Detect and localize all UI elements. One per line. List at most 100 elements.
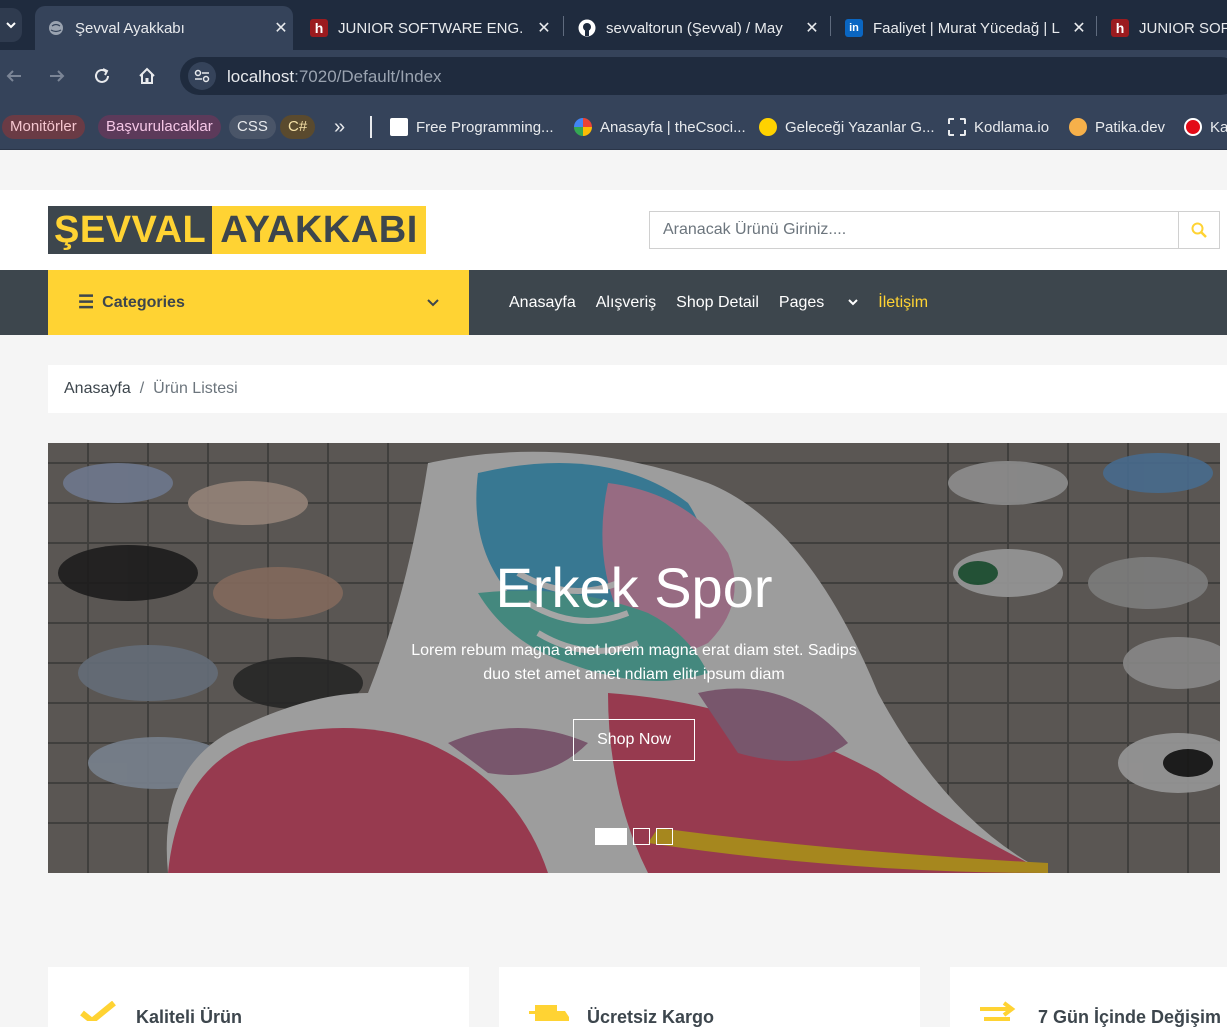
site-info-icon[interactable]	[188, 62, 216, 90]
bookmarks-bar: Monitörler Başvurulacaklar CSS C# » Free…	[0, 102, 1227, 150]
url-host: localhost	[227, 67, 295, 86]
tab-title: JUNIOR SOFTWARE ENG.	[338, 19, 524, 37]
nav-link-alisveris[interactable]: Alışveriş	[596, 294, 656, 312]
reload-icon	[95, 68, 109, 83]
breadcrumb: Anasayfa / Ürün Listesi	[48, 365, 1227, 413]
github-icon	[578, 19, 596, 37]
bookmarks-overflow-button[interactable]: »	[334, 116, 345, 138]
shop-now-button[interactable]: Shop Now	[573, 719, 695, 761]
home-button[interactable]	[133, 62, 161, 90]
bookmark-label: Geleceği Yazanlar G...	[785, 118, 935, 136]
nav-link-iletisim[interactable]: İletişim	[878, 294, 928, 312]
bookmark-folder-css[interactable]: CSS	[229, 115, 276, 139]
browser-tab[interactable]: sevvaltorun (Şevval) / May ✕	[566, 6, 824, 50]
bookmark-item[interactable]: Patika.dev	[1069, 116, 1165, 138]
tab-search-button[interactable]	[0, 8, 22, 42]
nav-link-shop-detail[interactable]: Shop Detail	[676, 294, 759, 312]
browser-tab[interactable]: in Faaliyet | Murat Yücedağ | L ✕	[833, 6, 1091, 50]
close-tab-icon[interactable]: ✕	[1067, 18, 1091, 38]
site-logo[interactable]: ŞEVVAL AYAKKABI	[48, 206, 426, 254]
site-header: ŞEVVAL AYAKKABI	[0, 190, 1227, 270]
carousel-indicator-3[interactable]	[656, 828, 673, 845]
patika-icon	[1069, 118, 1087, 136]
main-navbar: ☰ Categories Anasayfa Alışveriş Shop Det…	[0, 270, 1227, 335]
feature-title: Kaliteli Ürün	[136, 1007, 243, 1027]
bookmark-label: Anasayfa | theCsoci...	[600, 118, 746, 136]
search-button[interactable]	[1178, 212, 1219, 248]
reload-button[interactable]	[88, 62, 116, 90]
feature-title: Ücretsiz Kargo	[587, 1007, 715, 1027]
turkcell-icon	[759, 118, 777, 136]
browser-tab-active[interactable]: Şevval Ayakkabı ✕	[35, 6, 293, 50]
bookmark-item[interactable]: Ka	[1184, 116, 1227, 138]
forward-button[interactable]	[43, 62, 71, 90]
home-icon	[139, 67, 155, 84]
bookmark-label: Ka	[1210, 118, 1227, 136]
carousel-indicator-1[interactable]	[595, 828, 627, 845]
bookmark-folder-csharp[interactable]: C#	[280, 115, 316, 139]
exchange-arrows-icon	[980, 1001, 1016, 1021]
arrow-right-icon	[50, 70, 65, 82]
hero-description: Lorem rebum magna amet lorem magna erat …	[411, 642, 857, 683]
tab-title: sevvaltorun (Şevval) / May	[606, 19, 783, 37]
search-input[interactable]	[650, 212, 1179, 248]
logo-part-1: ŞEVVAL	[48, 206, 213, 254]
chevron-down-icon	[427, 296, 439, 310]
bookmark-separator	[370, 116, 372, 138]
categories-label: Categories	[102, 293, 185, 311]
hamburger-icon: ☰	[78, 292, 95, 312]
bookmark-label: Patika.dev	[1095, 118, 1166, 136]
bookmark-item[interactable]: Free Programming...	[390, 116, 554, 138]
search-form	[649, 211, 1220, 249]
browser-toolbar: localhost:7020/Default/Index	[0, 50, 1227, 102]
breadcrumb-current: Ürün Listesi	[153, 380, 238, 397]
nav-pages-label: Pages	[778, 293, 825, 311]
bookmark-item[interactable]: Kodlama.io	[948, 116, 1049, 138]
bookmark-folder-basvurulacaklar[interactable]: Başvurulacaklar	[98, 115, 221, 139]
feature-card-quality: Kaliteli Ürün	[48, 967, 469, 1027]
bookmark-label: Free Programming...	[416, 118, 554, 136]
chevron-down-icon	[848, 299, 858, 306]
arrow-left-icon	[6, 70, 21, 82]
url-text: localhost:7020/Default/Index	[227, 67, 442, 87]
nav-menu: Anasayfa Alışveriş Shop Detail Pages İle…	[509, 270, 948, 335]
nav-link-anasayfa[interactable]: Anasayfa	[509, 294, 576, 312]
turkey-gov-icon	[1184, 118, 1202, 136]
linkedin-icon: in	[845, 19, 863, 37]
close-tab-icon[interactable]: ✕	[269, 18, 293, 38]
feature-card-shipping: Ücretsiz Kargo	[499, 967, 920, 1027]
check-icon	[80, 1001, 116, 1021]
tab-separator	[830, 16, 831, 36]
search-icon	[1191, 222, 1207, 238]
h-logo-icon: h	[310, 19, 328, 37]
bookmark-item[interactable]: Geleceği Yazanlar G...	[759, 116, 935, 138]
nav-dropdown-pages[interactable]: Pages	[779, 294, 858, 312]
logo-part-2: AYAKKABI	[212, 206, 426, 254]
address-bar[interactable]: localhost:7020/Default/Index	[180, 57, 1227, 95]
browser-tab-strip: Şevval Ayakkabı ✕ h JUNIOR SOFTWARE ENG.…	[0, 0, 1227, 50]
browser-tab[interactable]: h JUNIOR SOFT	[1099, 6, 1227, 50]
back-button[interactable]	[0, 62, 28, 90]
breadcrumb-separator: /	[139, 380, 145, 397]
close-tab-icon[interactable]: ✕	[532, 18, 556, 38]
google-icon	[574, 118, 592, 136]
url-path: :7020/Default/Index	[294, 67, 442, 86]
feature-title: 7 Gün İçinde Değişim	[1038, 1007, 1222, 1027]
browser-tab[interactable]: h JUNIOR SOFTWARE ENG. ✕	[298, 6, 556, 50]
hero-title: Erkek Spor	[495, 556, 773, 619]
feature-card-exchange: 7 Gün İçinde Değişim	[950, 967, 1227, 1027]
breadcrumb-home-link[interactable]: Anasayfa	[64, 380, 131, 398]
hero-carousel: Erkek Spor Lorem rebum magna amet lorem …	[48, 443, 1220, 873]
tab-title: Faaliyet | Murat Yücedağ | L	[873, 19, 1060, 37]
tab-title: JUNIOR SOFT	[1139, 19, 1227, 37]
tab-title: Şevval Ayakkabı	[75, 19, 185, 37]
close-tab-icon[interactable]: ✕	[800, 18, 824, 38]
freecodecamp-icon	[390, 118, 408, 136]
carousel-indicators	[595, 828, 673, 845]
categories-dropdown[interactable]: ☰ Categories	[48, 270, 469, 335]
carousel-indicator-2[interactable]	[633, 828, 650, 845]
tab-separator	[563, 16, 564, 36]
bookmark-folder-monitorler[interactable]: Monitörler	[2, 115, 85, 139]
h-logo-icon: h	[1111, 19, 1129, 37]
bookmark-item[interactable]: Anasayfa | theCsoci...	[574, 116, 746, 138]
